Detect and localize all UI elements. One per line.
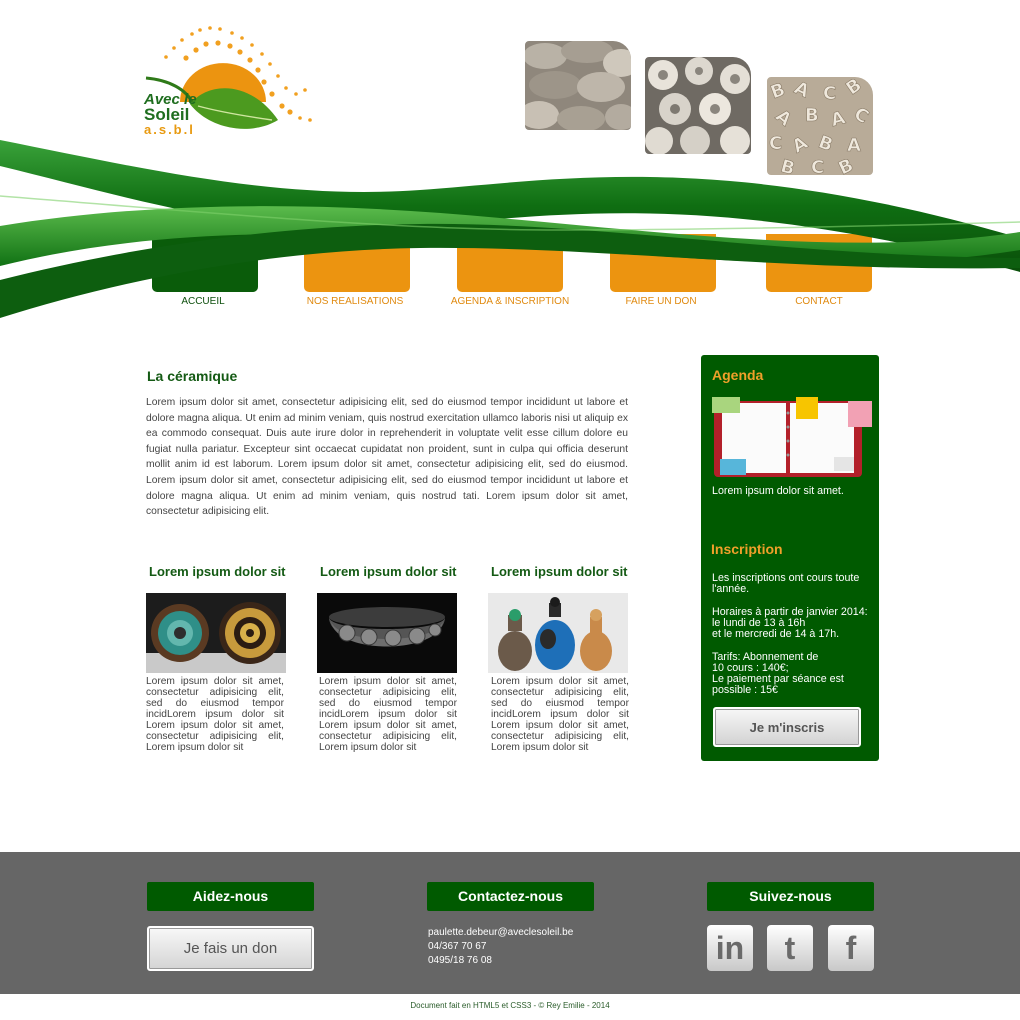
logo-text-line3: a.s.b.l: [144, 122, 195, 137]
nav-tab-agenda-inscription[interactable]: [457, 234, 563, 292]
intro-paragraph: Lorem ipsum dolor sit amet, consectetur …: [146, 397, 628, 518]
column-image-plates: [146, 593, 286, 673]
facebook-glyph: f: [845, 930, 857, 966]
schedule-info: Horaires à partir de janvier 2014: le lu…: [712, 606, 868, 630]
header-photo-pebbles: [525, 41, 631, 130]
footer: Aidez-nous Je fais un don Contactez-nous…: [0, 852, 1020, 994]
column-title-2: Lorem ipsum dolor sit: [320, 564, 457, 579]
page-title: La céramique: [147, 368, 238, 384]
nav-label-nos-realisations[interactable]: NOS REALISATIONS: [275, 296, 435, 307]
svg-text:A: A: [847, 135, 861, 156]
column-image-bowl: [317, 593, 457, 673]
column-text-2: Lorem ipsum dolor sit amet, consectetur …: [319, 676, 457, 752]
agenda-title: Agenda: [712, 367, 764, 383]
facebook-icon[interactable]: f: [828, 925, 874, 971]
agenda-caption: Lorem ipsum dolor sit amet.: [712, 485, 844, 497]
inscription-button[interactable]: Je m'inscris: [713, 707, 861, 747]
twitter-icon[interactable]: t: [767, 925, 813, 971]
column-title-3: Lorem ipsum dolor sit: [491, 564, 628, 579]
copyright-text: Document fait en HTML5 et CSS3 - © Rey E…: [410, 1001, 610, 1010]
schedule-info-2: et le mercredi de 14 à 17h.: [712, 628, 840, 640]
nav-tab-nos-realisations[interactable]: [304, 234, 410, 292]
linkedin-icon[interactable]: in: [707, 925, 753, 971]
column-text-3: Lorem ipsum dolor sit amet, consectetur …: [491, 676, 629, 752]
footer-follow-title: Suivez-nous: [707, 882, 874, 911]
svg-text:C: C: [811, 157, 824, 175]
nav-tab-contact[interactable]: [766, 234, 872, 292]
nav-label-contact[interactable]: CONTACT: [739, 296, 899, 307]
footer-contact-title: Contactez-nous: [427, 882, 594, 911]
nav-tab-faire-un-don[interactable]: [610, 234, 716, 292]
linkedin-glyph: in: [715, 930, 745, 966]
header-photo-ceramics: [645, 57, 751, 154]
nav-label-faire-un-don[interactable]: FAIRE UN DON: [581, 296, 741, 307]
site-logo[interactable]: Avec le Soleil a.s.b.l: [140, 24, 320, 139]
header-photo-letters: BA CB AB AC CA BA BCB: [767, 77, 873, 175]
inscription-title: Inscription: [711, 541, 783, 557]
logo-text-line2: Soleil: [144, 105, 190, 124]
contact-email-link[interactable]: paulette.debeur@aveclesoleil.be: [428, 927, 573, 938]
inscription-info: Les inscriptions ont cours toute l'année…: [712, 572, 860, 596]
svg-text:C: C: [769, 133, 782, 154]
svg-text:C: C: [823, 83, 836, 104]
agenda-notebook-image: [712, 397, 874, 481]
nav-label-accueil[interactable]: ACCUEIL: [123, 296, 283, 307]
svg-text:B: B: [805, 105, 819, 126]
column-text-1: Lorem ipsum dolor sit amet, consectetur …: [146, 676, 284, 752]
contact-phone-1: 04/367 70 67: [428, 941, 487, 952]
tarifs-line-3: Le paiement par séance est possible : 15…: [712, 673, 844, 697]
twitter-glyph: t: [784, 930, 796, 966]
nav-label-agenda-inscription[interactable]: AGENDA & INSCRIPTION: [430, 296, 590, 307]
donate-button[interactable]: Je fais un don: [147, 926, 314, 971]
sidebar: Agenda Lorem ipsum dolor sit amet. Inscr…: [701, 355, 879, 761]
column-title-1: Lorem ipsum dolor sit: [149, 564, 286, 579]
footer-help-title: Aidez-nous: [147, 882, 314, 911]
column-image-bottles: [488, 593, 628, 673]
nav-tab-accueil[interactable]: [152, 234, 258, 292]
contact-phone-2: 0495/18 76 08: [428, 955, 492, 966]
